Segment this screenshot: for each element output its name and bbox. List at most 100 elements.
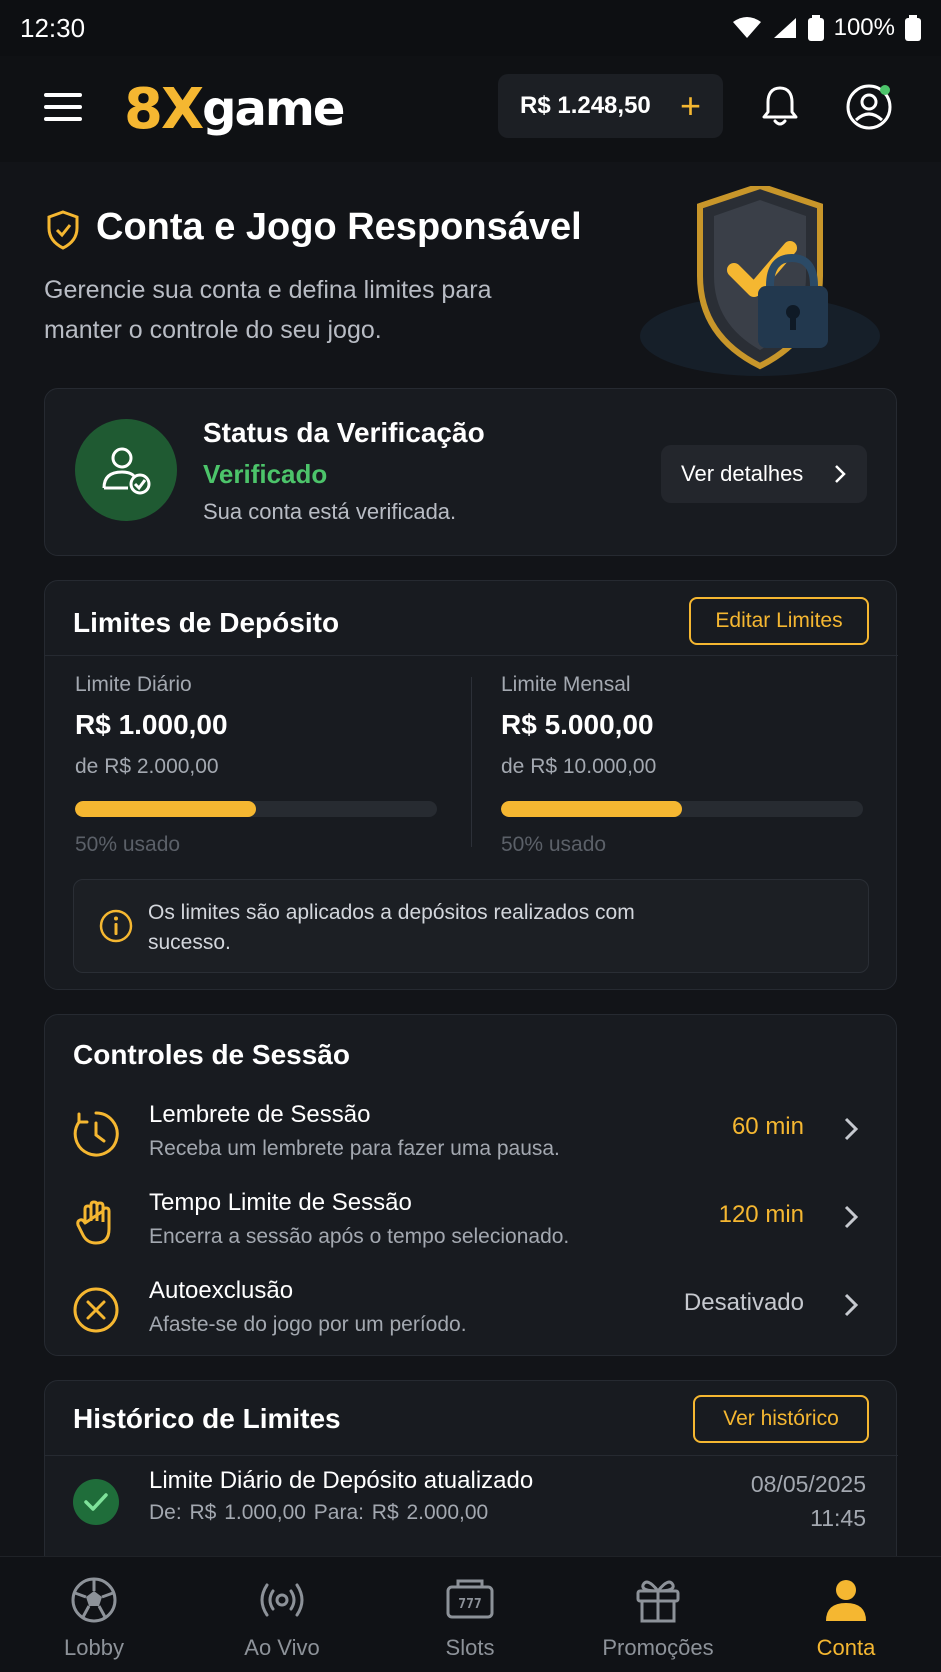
bottom-navigation: Lobby Ao Vivo 777 Slots Promoções Conta bbox=[0, 1556, 941, 1672]
user-icon bbox=[826, 1580, 866, 1621]
session-reminder-description: Receba um lembrete para fazer uma pausa. bbox=[149, 1137, 560, 1160]
shield-icon bbox=[47, 210, 79, 250]
clock-icon bbox=[73, 1111, 119, 1157]
history-entry-status bbox=[73, 1479, 119, 1525]
history-entry-change: De: R$ 1.000,00 Para: R$ 2.000,00 bbox=[149, 1501, 488, 1525]
deposit-limits-title: Limites de Depósito bbox=[73, 607, 340, 638]
daily-limit-label: Limite Diário bbox=[75, 673, 192, 696]
balance-value: R$ 1.248,50 bbox=[520, 92, 651, 119]
divider bbox=[45, 655, 898, 656]
history-entry-time: 11:45 bbox=[810, 1505, 866, 1531]
check-icon bbox=[84, 1493, 108, 1511]
session-controls-card: Controles de Sessão Lembrete de Sessão R… bbox=[44, 1014, 897, 1356]
nav-label-promocoes: Promoções bbox=[602, 1635, 714, 1660]
chevron-right-icon bbox=[844, 1117, 859, 1141]
info-icon bbox=[99, 909, 133, 943]
divider bbox=[45, 1455, 898, 1456]
view-details-button[interactable]: Ver detalhes bbox=[661, 445, 867, 503]
verification-description: Sua conta está verificada. bbox=[203, 499, 457, 524]
bell-icon[interactable] bbox=[760, 84, 800, 128]
daily-limit-progress-fill bbox=[75, 801, 256, 817]
balance-button[interactable]: R$ 1.248,50 + bbox=[498, 74, 723, 138]
x-circle-icon bbox=[73, 1287, 119, 1333]
daily-limit-used: 50% usado bbox=[75, 833, 181, 856]
nav-label-ao-vivo: Ao Vivo bbox=[244, 1635, 320, 1660]
history-entry-title: Limite Diário de Depósito atualizado bbox=[149, 1467, 534, 1494]
monthly-limit-progress bbox=[501, 801, 863, 817]
logo[interactable]: 8X game bbox=[124, 74, 345, 144]
monthly-limit: Limite Mensal R$ 5.000,00 de R$ 10.000,0… bbox=[501, 673, 863, 857]
monthly-limit-progress-fill bbox=[501, 801, 682, 817]
profile-icon[interactable] bbox=[844, 82, 894, 132]
self-exclusion-title: Autoexclusão bbox=[149, 1277, 294, 1304]
history-entry-to: Para: R$ 2.000,00 bbox=[313, 1501, 489, 1524]
shield-lock-illustration bbox=[640, 186, 880, 376]
edit-limits-button[interactable]: Editar Limites bbox=[689, 597, 869, 645]
session-timeout-row[interactable]: Tempo Limite de Sessão Encerra a sessão … bbox=[45, 1185, 898, 1265]
monthly-limit-max: de R$ 10.000,00 bbox=[501, 755, 657, 778]
chevron-right-icon bbox=[844, 1205, 859, 1229]
session-reminder-value: 60 min bbox=[731, 1113, 804, 1140]
hand-icon bbox=[76, 1200, 111, 1245]
broadcast-icon bbox=[260, 1583, 304, 1617]
battery-icon bbox=[807, 15, 824, 41]
monthly-limit-value: R$ 5.000,00 bbox=[501, 709, 654, 740]
page-title: Conta e Jogo Responsável bbox=[96, 206, 582, 248]
verified-user-avatar bbox=[75, 419, 177, 521]
monthly-limit-label: Limite Mensal bbox=[501, 673, 631, 696]
nav-item-lobby[interactable]: Lobby bbox=[0, 1557, 188, 1672]
nav-item-slots[interactable]: 777 Slots bbox=[376, 1557, 564, 1672]
signal-icon bbox=[773, 18, 796, 38]
limit-history-title: Histórico de Limites bbox=[73, 1403, 341, 1434]
history-entry-from: De: R$ 1.000,00 bbox=[149, 1501, 306, 1524]
status-bar: 12:30 100% bbox=[0, 0, 941, 56]
daily-limit: Limite Diário R$ 1.000,00 de R$ 2.000,00… bbox=[75, 673, 437, 857]
soccer-ball-icon bbox=[71, 1577, 117, 1623]
status-icons: 100% bbox=[732, 14, 921, 42]
daily-limit-value: R$ 1.000,00 bbox=[75, 709, 228, 740]
wifi-icon bbox=[732, 17, 761, 38]
verification-card: Status da Verificação Verificado Sua con… bbox=[44, 388, 897, 556]
daily-limit-progress bbox=[75, 801, 437, 817]
view-details-label: Ver detalhes bbox=[681, 461, 804, 486]
nav-label-slots: Slots bbox=[445, 1635, 495, 1660]
session-timeout-title: Tempo Limite de Sessão bbox=[149, 1189, 412, 1216]
logo-text: game bbox=[202, 81, 345, 137]
self-exclusion-value: Desativado bbox=[683, 1289, 804, 1316]
chevron-right-icon bbox=[844, 1293, 859, 1317]
svg-text:777: 777 bbox=[458, 1597, 481, 1612]
hamburger-menu-icon[interactable] bbox=[44, 91, 84, 123]
column-divider bbox=[471, 677, 472, 847]
verification-title: Status da Verificação bbox=[203, 417, 485, 448]
add-funds-icon[interactable]: + bbox=[680, 88, 701, 124]
daily-limit-max: de R$ 2.000,00 bbox=[75, 755, 219, 778]
self-exclusion-row[interactable]: Autoexclusão Afaste-se do jogo por um pe… bbox=[45, 1273, 898, 1353]
history-entry-date: 08/05/2025 bbox=[750, 1471, 866, 1497]
app-header: 8X game R$ 1.248,50 + bbox=[0, 56, 941, 162]
chevron-right-icon bbox=[835, 465, 846, 483]
verification-status: Verificado bbox=[203, 459, 328, 489]
nav-item-promocoes[interactable]: Promoções bbox=[564, 1557, 752, 1672]
limits-info-text: Os limites são aplicados a depósitos rea… bbox=[148, 901, 635, 954]
nav-item-conta[interactable]: Conta bbox=[752, 1557, 940, 1672]
limit-history-card: Histórico de Limites Ver histórico Limit… bbox=[44, 1380, 898, 1556]
session-reminder-title: Lembrete de Sessão bbox=[149, 1101, 371, 1128]
session-timeout-description: Encerra a sessão após o tempo selecionad… bbox=[149, 1225, 570, 1248]
nav-item-ao-vivo[interactable]: Ao Vivo bbox=[188, 1557, 376, 1672]
session-reminder-row[interactable]: Lembrete de Sessão Receba um lembrete pa… bbox=[45, 1097, 898, 1177]
history-entry-datetime: 08/05/2025 11:45 bbox=[751, 1467, 866, 1535]
nav-label-conta: Conta bbox=[816, 1635, 876, 1660]
deposit-limits-card: Limites de Depósito Editar Limites Limit… bbox=[44, 580, 898, 990]
view-history-button[interactable]: Ver histórico bbox=[693, 1395, 869, 1443]
logo-accent: 8X bbox=[124, 76, 204, 142]
slot-machine-icon: 777 bbox=[446, 1579, 494, 1619]
gift-icon bbox=[636, 1580, 680, 1623]
status-time: 12:30 bbox=[20, 12, 86, 43]
page-subtitle: Gerencie sua conta e defina limites para… bbox=[44, 276, 492, 344]
nav-label-lobby: Lobby bbox=[64, 1635, 124, 1660]
main-content: Conta e Jogo Responsável Gerencie sua co… bbox=[0, 162, 941, 1556]
verified-user-icon bbox=[102, 447, 151, 495]
session-controls-title: Controles de Sessão bbox=[73, 1039, 350, 1070]
battery-icon bbox=[905, 15, 921, 41]
session-timeout-value: 120 min bbox=[718, 1201, 804, 1228]
